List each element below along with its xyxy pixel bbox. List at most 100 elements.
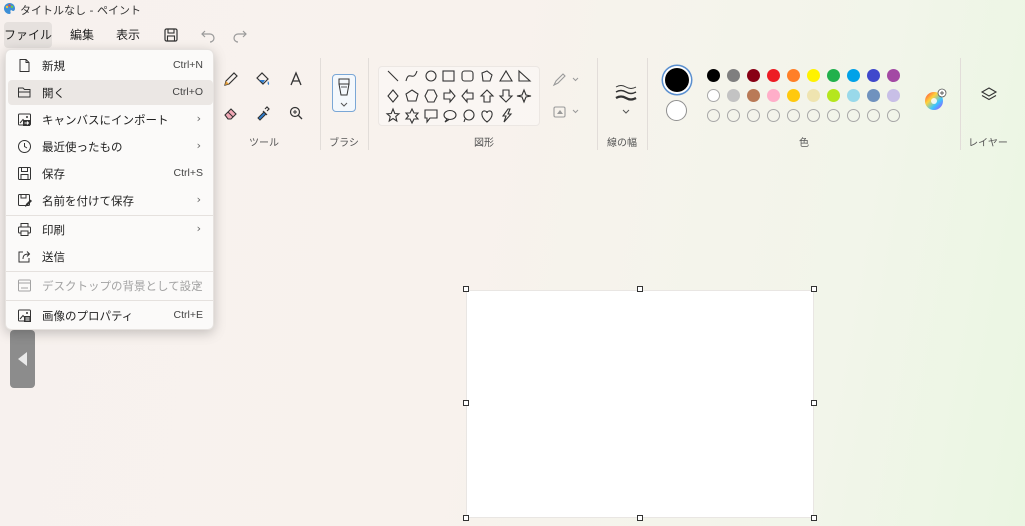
palette-color-swatch[interactable] (727, 69, 740, 82)
palette-color-swatch[interactable] (767, 89, 780, 102)
hexagon-shape-icon[interactable] (424, 89, 438, 103)
undo-button[interactable] (197, 25, 219, 45)
drawing-canvas[interactable] (466, 290, 814, 518)
ribbon-separator (647, 58, 648, 150)
layers-button[interactable] (976, 82, 1002, 108)
menu-item-image-properties[interactable]: 画像のプロパティ Ctrl+E (8, 303, 213, 328)
custom-color-slot[interactable] (807, 109, 820, 122)
menu-item-set-desktop-background[interactable]: デスクトップの背景として設定 › (8, 273, 213, 298)
stroke-width-dropdown[interactable] (608, 76, 637, 116)
pencil-tool[interactable] (218, 66, 244, 92)
menu-item-recent[interactable]: 最近使ったもの › (8, 134, 213, 159)
right-arrow-shape-icon[interactable] (443, 88, 456, 104)
image-properties-icon (17, 308, 32, 323)
palette-color-swatch[interactable] (787, 69, 800, 82)
quick-save-button[interactable] (160, 25, 182, 45)
menu-item-send[interactable]: 送信 (8, 244, 213, 269)
submenu-arrow-icon: › (196, 112, 201, 125)
palette-color-swatch[interactable] (787, 89, 800, 102)
outline-style-dropdown[interactable] (552, 72, 582, 88)
heart-shape-icon[interactable] (481, 110, 493, 123)
resize-handle-top-left[interactable] (463, 286, 469, 292)
palette-color-swatch[interactable] (747, 89, 760, 102)
palette-color-swatch[interactable] (827, 89, 840, 102)
left-arrow-shape-icon[interactable] (461, 88, 474, 104)
palette-color-swatch[interactable] (707, 69, 720, 82)
palette-color-swatch[interactable] (807, 89, 820, 102)
primary-color-swatch[interactable] (665, 68, 689, 92)
palette-color-swatch[interactable] (727, 89, 740, 102)
menu-item-save-as[interactable]: 名前を付けて保存 › (8, 188, 213, 213)
lightning-shape-icon[interactable] (501, 108, 513, 123)
palette-color-swatch[interactable] (747, 69, 760, 82)
rect-callout-shape-icon[interactable] (424, 109, 438, 124)
pentagon-shape-icon[interactable] (405, 89, 419, 102)
four-point-star-shape-icon[interactable] (516, 88, 532, 104)
polygon-shape-icon[interactable] (481, 70, 493, 82)
stroke-width-icon (615, 85, 637, 114)
cloud-callout-shape-icon[interactable] (463, 109, 475, 123)
menu-item-open[interactable]: 開く Ctrl+O (8, 80, 213, 105)
custom-color-slot[interactable] (867, 109, 880, 122)
triangle-shape-icon[interactable] (499, 69, 513, 82)
resize-handle-top[interactable] (637, 286, 643, 292)
custom-color-slot[interactable] (847, 109, 860, 122)
oval-shape-icon[interactable] (425, 70, 437, 82)
fill-style-dropdown[interactable] (552, 104, 582, 120)
palette-color-swatch[interactable] (807, 69, 820, 82)
custom-color-slot[interactable] (827, 109, 840, 122)
resize-handle-bottom[interactable] (637, 515, 643, 521)
menu-item-print[interactable]: 印刷 › (8, 217, 213, 242)
down-arrow-shape-icon[interactable] (498, 89, 514, 103)
menu-item-save[interactable]: 保存 Ctrl+S (8, 161, 213, 186)
custom-color-slot[interactable] (747, 109, 760, 122)
curve-shape-icon[interactable] (405, 70, 418, 82)
resize-handle-left[interactable] (463, 400, 469, 406)
diamond-shape-icon[interactable] (387, 89, 399, 103)
edit-menu-button[interactable]: 編集 (60, 22, 104, 48)
custom-color-slot[interactable] (727, 109, 740, 122)
palette-color-swatch[interactable] (847, 89, 860, 102)
brush-button[interactable] (332, 74, 356, 112)
view-menu-button[interactable]: 表示 (108, 22, 148, 48)
palette-color-swatch[interactable] (767, 69, 780, 82)
line-shape-icon[interactable] (387, 70, 399, 82)
edit-colors-button[interactable] (917, 82, 947, 110)
custom-color-slot[interactable] (707, 109, 720, 122)
menu-item-import-to-canvas[interactable]: キャンバスにインポート › (8, 107, 213, 132)
title-bar: タイトルなし - ペイント (0, 0, 1025, 18)
menu-separator (6, 215, 213, 216)
resize-handle-bottom-left[interactable] (463, 515, 469, 521)
text-tool[interactable] (283, 66, 309, 92)
custom-color-slot[interactable] (767, 109, 780, 122)
fill-tool[interactable] (250, 66, 276, 92)
menu-item-label: 送信 (42, 250, 65, 264)
right-triangle-shape-icon[interactable] (518, 69, 532, 82)
redo-button[interactable] (229, 25, 251, 45)
resize-handle-bottom-right[interactable] (811, 515, 817, 521)
side-panel-toggle[interactable] (10, 330, 35, 388)
palette-color-swatch[interactable] (867, 89, 880, 102)
custom-color-slot[interactable] (887, 109, 900, 122)
color-picker-tool[interactable] (250, 100, 276, 126)
resize-handle-top-right[interactable] (811, 286, 817, 292)
menu-item-new[interactable]: 新規 Ctrl+N (8, 53, 213, 78)
magnifier-tool[interactable] (283, 100, 309, 126)
palette-color-swatch[interactable] (867, 69, 880, 82)
secondary-color-swatch[interactable] (666, 100, 687, 121)
file-menu-button[interactable]: ファイル (4, 22, 52, 48)
palette-color-swatch[interactable] (887, 69, 900, 82)
eraser-tool[interactable] (218, 100, 244, 126)
up-arrow-shape-icon[interactable] (479, 89, 495, 103)
palette-color-swatch[interactable] (707, 89, 720, 102)
palette-color-swatch[interactable] (827, 69, 840, 82)
palette-color-swatch[interactable] (847, 69, 860, 82)
rounded-rectangle-shape-icon[interactable] (461, 70, 474, 82)
palette-color-swatch[interactable] (887, 89, 900, 102)
resize-handle-right[interactable] (811, 400, 817, 406)
five-point-star-shape-icon[interactable] (385, 107, 401, 123)
oval-callout-shape-icon[interactable] (443, 109, 457, 123)
six-point-star-shape-icon[interactable] (404, 107, 420, 125)
custom-color-slot[interactable] (787, 109, 800, 122)
rectangle-shape-icon[interactable] (442, 70, 455, 82)
